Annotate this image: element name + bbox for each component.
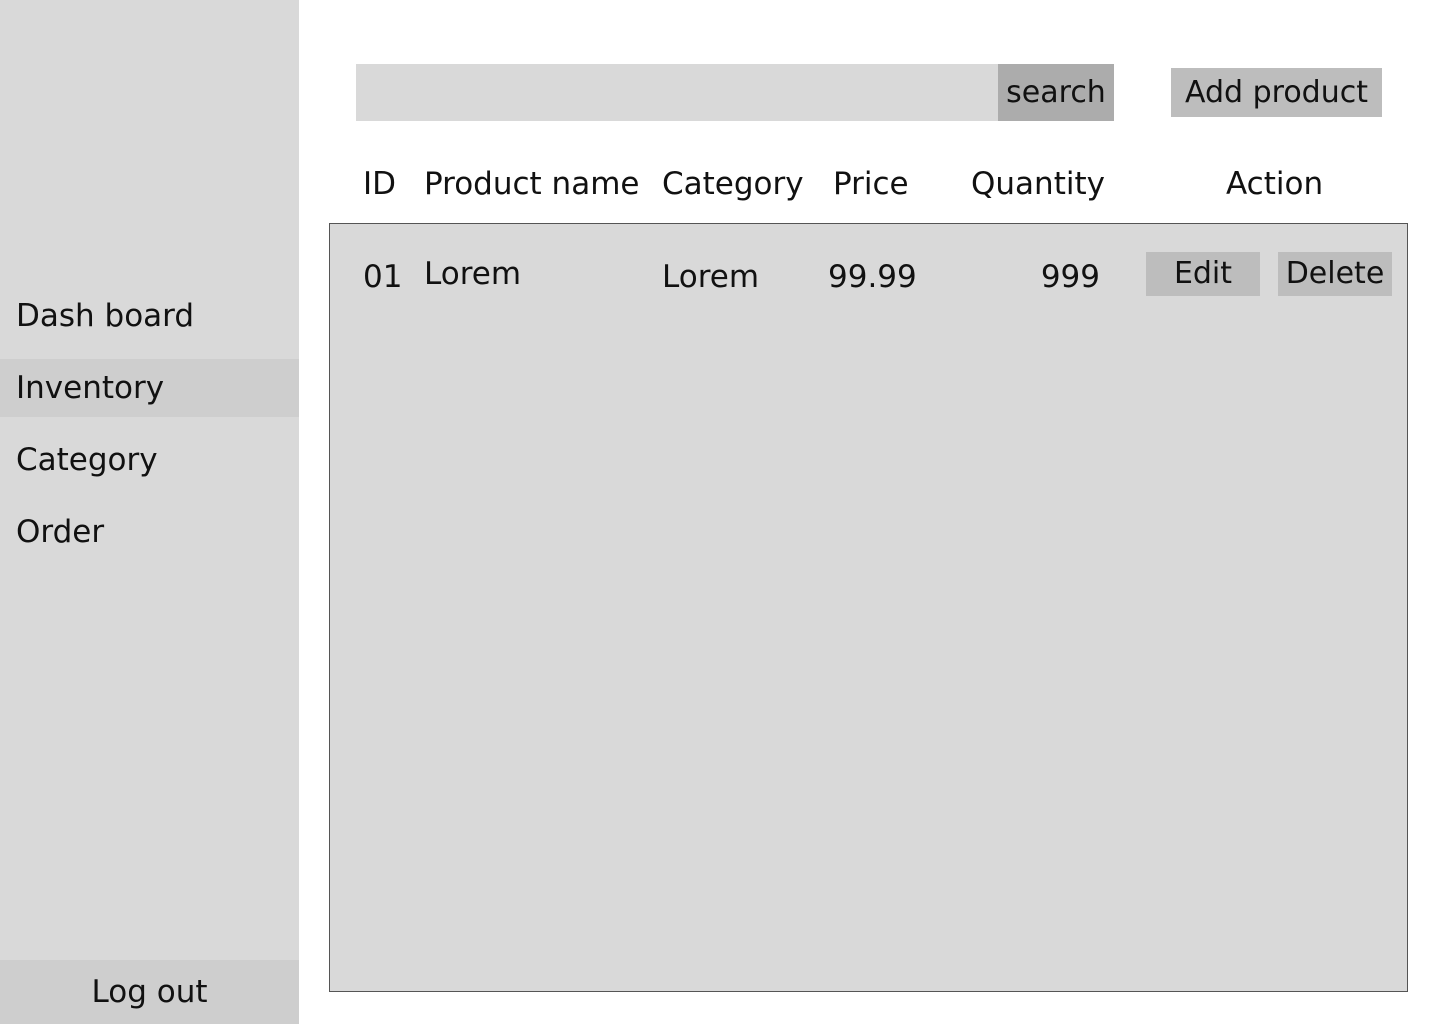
column-header-id: ID [363,166,397,202]
cell-id: 01 [363,259,403,295]
table-body: 01 Lorem Lorem 99.99 999 Edit Delete [329,223,1408,992]
sidebar-item-dashboard[interactable]: Dash board [0,287,299,345]
column-header-product-name: Product name [424,166,640,202]
logout-button[interactable]: Log out [0,960,299,1024]
cell-product-name: Lorem [424,256,522,292]
cell-category: Lorem [662,259,760,295]
sidebar-item-inventory[interactable]: Inventory [0,359,299,417]
cell-price: 99.99 [828,259,917,295]
sidebar-item-order[interactable]: Order [0,503,299,561]
sidebar: Dash board Inventory Category Order Log … [0,0,299,1024]
column-header-category: Category [662,166,804,202]
search-button[interactable]: search [998,64,1114,121]
sidebar-item-category[interactable]: Category [0,431,299,489]
delete-button[interactable]: Delete [1278,252,1392,296]
column-header-price: Price [833,166,909,202]
column-header-action: Action [1226,166,1324,202]
cell-quantity: 999 [1040,259,1100,295]
add-product-button[interactable]: Add product [1171,68,1382,117]
search-input[interactable] [356,64,998,121]
column-header-quantity: Quantity [971,166,1105,202]
edit-button[interactable]: Edit [1146,252,1260,296]
